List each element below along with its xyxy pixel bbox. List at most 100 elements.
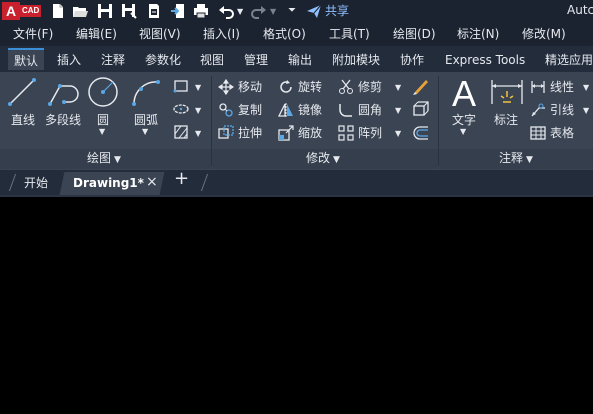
- menu-insert[interactable]: 插入(I): [203, 26, 240, 42]
- tab-default[interactable]: 默认: [8, 48, 45, 70]
- copy-label: 复制: [238, 103, 263, 117]
- circle-dropdown-icon[interactable]: ▼: [99, 127, 105, 136]
- mirror-icon: [278, 103, 293, 117]
- copy-button[interactable]: 复制: [218, 101, 262, 119]
- document-tabs: 开始 Drawing1* × +: [0, 170, 593, 195]
- stretch-button[interactable]: 拉伸: [218, 124, 262, 142]
- draw-panel-title[interactable]: 绘图 ▼: [87, 150, 121, 168]
- redo-dropdown-icon[interactable]: ▼: [270, 7, 276, 16]
- arc-label: 圆弧: [134, 113, 159, 127]
- ellipse-icon[interactable]: [173, 102, 189, 116]
- undo-dropdown-icon[interactable]: ▼: [237, 7, 243, 16]
- line-icon: [8, 78, 36, 106]
- customize-qat-icon[interactable]: ⏷: [288, 5, 296, 16]
- move-button[interactable]: 移动: [218, 78, 262, 96]
- trim-button[interactable]: 修剪: [338, 78, 382, 96]
- fillet-label: 圆角: [358, 103, 383, 117]
- modify-panel-title[interactable]: 修改 ▼: [306, 150, 340, 168]
- quick-access-toolbar: A CAD ▼ ▼ ⏷ 共享 Autc: [0, 0, 593, 22]
- scale-label: 缩放: [298, 126, 323, 140]
- save-icon[interactable]: [97, 3, 113, 19]
- dimension-button[interactable]: 标注: [489, 76, 525, 132]
- polyline-icon: [48, 84, 79, 106]
- explode-icon[interactable]: [412, 101, 430, 117]
- share-button[interactable]: 共享: [306, 3, 349, 19]
- undo-icon[interactable]: [218, 3, 234, 19]
- copy-icon: [219, 103, 233, 117]
- arc-button[interactable]: 圆弧 ▼: [128, 76, 164, 136]
- tab-insert[interactable]: 插入: [57, 52, 81, 68]
- scale-button[interactable]: 缩放: [278, 124, 322, 142]
- fillet-button[interactable]: 圆角: [338, 101, 382, 119]
- linear-button[interactable]: 线性: [530, 78, 574, 96]
- rectangle-icon[interactable]: [173, 79, 189, 93]
- print-icon[interactable]: [193, 3, 209, 19]
- hatch-icon[interactable]: [173, 125, 189, 139]
- circle-label: 圆: [97, 113, 110, 127]
- menu-bar: 文件(F) 编辑(E) 视图(V) 插入(I) 格式(O) 工具(T) 绘图(D…: [0, 22, 593, 46]
- polyline-label: 多段线: [45, 113, 82, 127]
- redo-icon[interactable]: [251, 3, 267, 19]
- menu-edit[interactable]: 编辑(E): [76, 26, 117, 42]
- logo-letter: A: [2, 2, 20, 20]
- linear-label: 线性: [550, 80, 575, 94]
- menu-view[interactable]: 视图(V): [139, 26, 181, 42]
- new-file-icon[interactable]: [50, 3, 66, 19]
- menu-dimension[interactable]: 标注(N): [457, 26, 499, 42]
- tab-view[interactable]: 视图: [200, 52, 224, 68]
- tab-collaborate[interactable]: 协作: [400, 52, 424, 68]
- table-button[interactable]: 表格: [530, 124, 574, 142]
- menu-modify[interactable]: 修改(M): [522, 26, 566, 42]
- menu-draw[interactable]: 绘图(D): [393, 26, 436, 42]
- leader-dropdown-icon[interactable]: ▼: [583, 106, 589, 115]
- offset-icon[interactable]: [412, 125, 430, 141]
- erase-icon[interactable]: [412, 77, 430, 95]
- circle-button[interactable]: 圆 ▼: [86, 76, 120, 136]
- fillet-dropdown-icon[interactable]: ▼: [395, 106, 401, 115]
- rotate-button[interactable]: 旋转: [278, 78, 322, 96]
- leader-button[interactable]: 引线: [530, 101, 574, 119]
- stretch-label: 拉伸: [238, 126, 263, 140]
- tab-featured-apps[interactable]: 精选应用: [545, 52, 593, 68]
- tab-parametric[interactable]: 参数化: [145, 52, 181, 68]
- menu-format[interactable]: 格式(O): [263, 26, 306, 42]
- new-tab-icon[interactable]: +: [174, 170, 189, 188]
- mirror-button[interactable]: 镜像: [278, 101, 322, 119]
- app-logo[interactable]: A CAD: [2, 2, 42, 20]
- move-icon: [218, 79, 234, 95]
- stretch-icon: [218, 125, 234, 139]
- tab-output[interactable]: 输出: [288, 52, 312, 68]
- start-tab[interactable]: 开始: [24, 175, 48, 191]
- line-button[interactable]: 直线: [6, 76, 38, 132]
- save-as-icon[interactable]: [121, 3, 137, 19]
- publish-icon[interactable]: [146, 3, 162, 19]
- text-button[interactable]: A 文字 ▼: [447, 73, 481, 136]
- array-button[interactable]: 阵列: [338, 124, 382, 142]
- close-icon[interactable]: ×: [146, 174, 158, 190]
- import-icon[interactable]: [170, 3, 186, 19]
- arc-dropdown-icon[interactable]: ▼: [142, 127, 148, 136]
- tab-annotate[interactable]: 注释: [101, 52, 125, 68]
- open-folder-icon[interactable]: [72, 3, 88, 19]
- tab-manage[interactable]: 管理: [244, 52, 268, 68]
- menu-file[interactable]: 文件(F): [13, 26, 53, 42]
- text-icon: A: [452, 73, 476, 114]
- linear-dropdown-icon[interactable]: ▼: [583, 83, 589, 92]
- tab-addins[interactable]: 附加模块: [332, 52, 380, 68]
- drawing-canvas[interactable]: [0, 195, 593, 414]
- logo-badge: CAD: [20, 5, 42, 17]
- rectangle-dropdown-icon[interactable]: ▼: [195, 83, 201, 92]
- text-dropdown-icon[interactable]: ▼: [460, 127, 466, 136]
- polyline-button[interactable]: 多段线: [44, 76, 84, 132]
- array-icon: [338, 125, 354, 141]
- hatch-dropdown-icon[interactable]: ▼: [195, 129, 201, 138]
- menu-tools[interactable]: 工具(T): [329, 26, 370, 42]
- window-title: Autc: [567, 3, 593, 17]
- table-label: 表格: [550, 126, 575, 140]
- tab-express-tools[interactable]: Express Tools: [445, 52, 525, 68]
- trim-dropdown-icon[interactable]: ▼: [395, 83, 401, 92]
- array-dropdown-icon[interactable]: ▼: [395, 129, 401, 138]
- annotation-panel-title[interactable]: 注释 ▼: [499, 150, 533, 168]
- ellipse-dropdown-icon[interactable]: ▼: [195, 106, 201, 115]
- rotate-label: 旋转: [298, 80, 323, 94]
